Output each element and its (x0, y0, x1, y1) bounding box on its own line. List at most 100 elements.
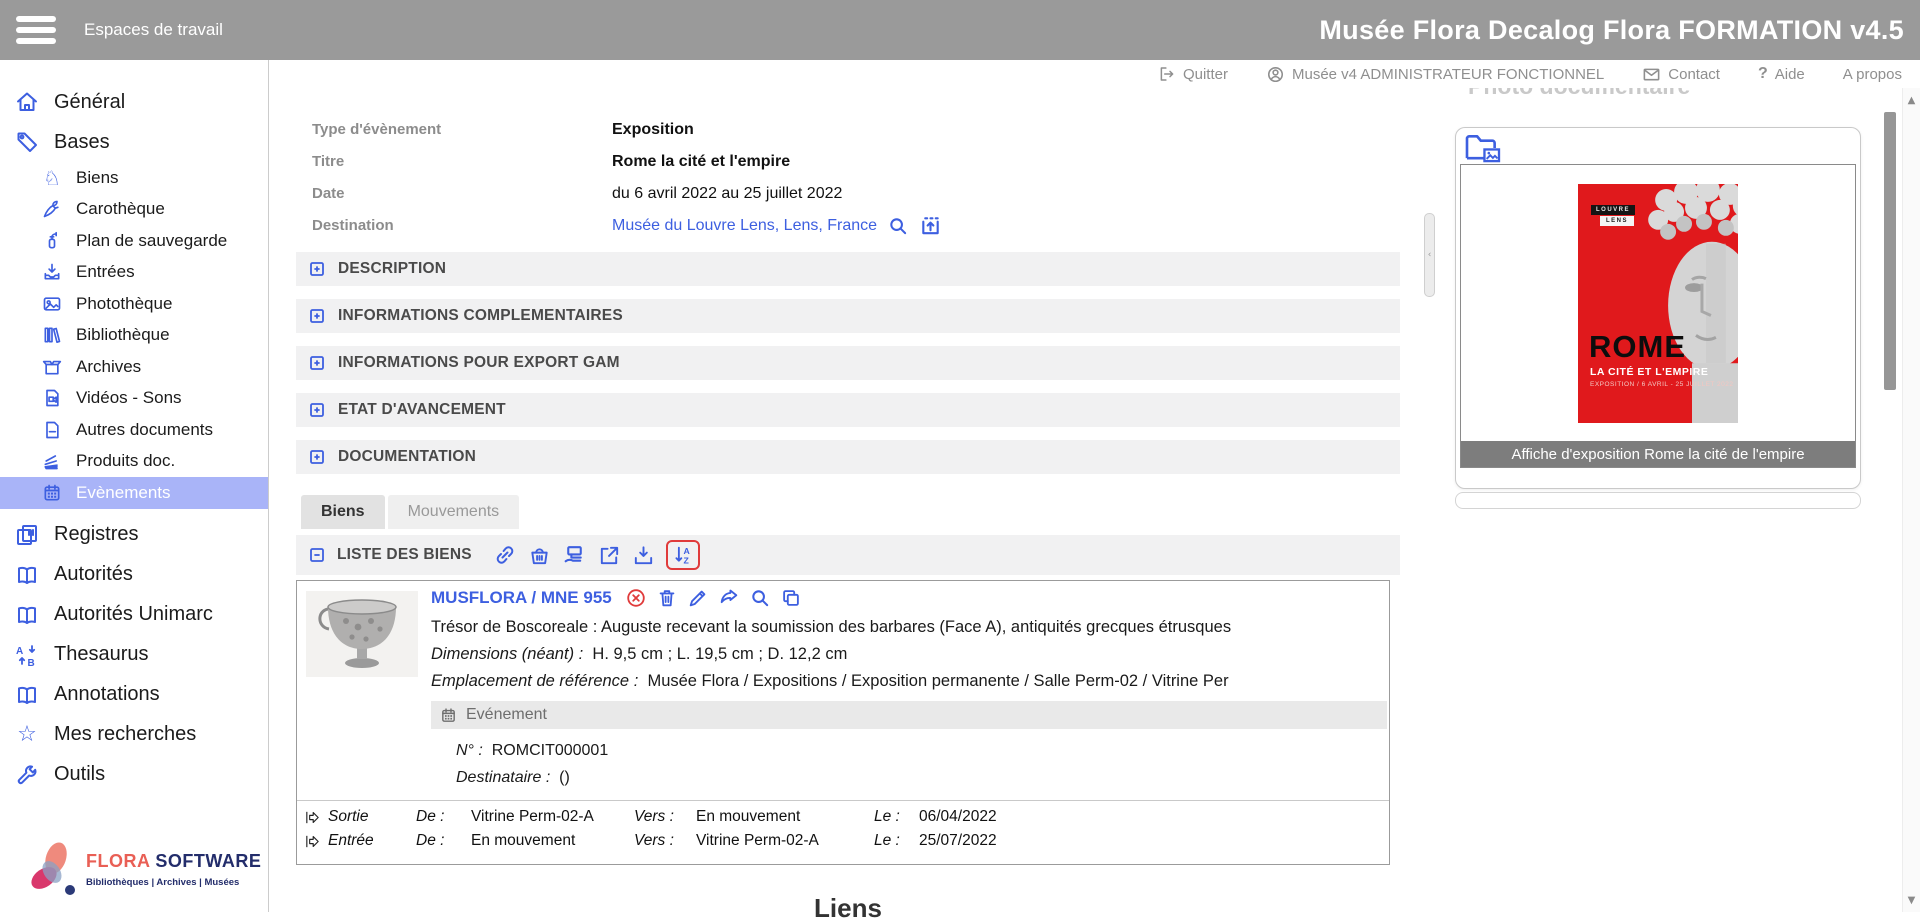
louvre-badge: LOUVRE (1591, 205, 1635, 215)
calendar-icon (40, 483, 64, 503)
star-icon: ☆ (14, 724, 40, 746)
field-date: Date du 6 avril 2022 au 25 juillet 2022 (312, 182, 1400, 205)
sidebar-item-autorites[interactable]: Autorités (0, 555, 268, 595)
mail-icon (1642, 65, 1661, 84)
sidebar-item-mes-recherches[interactable]: ☆ Mes recherches (0, 715, 268, 755)
svg-text:Z: Z (683, 555, 689, 565)
scroll-down-icon[interactable]: ▼ (1903, 896, 1920, 906)
tab-biens[interactable]: Biens (301, 495, 385, 529)
record-numero: N° : ROMCIT000001 (456, 742, 608, 760)
sidebar-item-carotheque[interactable]: Carothèque (0, 194, 268, 226)
quitter-button[interactable]: Quitter (1158, 65, 1228, 83)
scroll-up-icon[interactable]: ▲ (1903, 96, 1920, 106)
search-icon[interactable] (887, 215, 909, 237)
plus-box-icon[interactable] (308, 401, 326, 419)
edit-pencil-icon[interactable] (687, 587, 709, 609)
sidebar-item-thesaurus[interactable]: AB Thesaurus (0, 635, 268, 675)
flora-flower-icon (26, 840, 78, 900)
biens-mouvements-tabs: Biens Mouvements (301, 495, 519, 529)
search-icon[interactable] (749, 587, 771, 609)
sidebar-item-entrees[interactable]: Entrées (0, 257, 268, 289)
download-icon[interactable] (632, 544, 655, 567)
exhibition-poster-image[interactable]: LOUVRE LENS ROME LA CITÉ ET L'EMPIRE EXP… (1578, 184, 1738, 423)
accordion-informations-export-gam[interactable]: INFORMATIONS POUR EXPORT GAM (296, 346, 1400, 380)
sidebar-item-outils[interactable]: Outils (0, 755, 268, 795)
wrench-icon (14, 763, 40, 787)
photo-caption: Affiche d'exposition Rome la cité de l'e… (1461, 441, 1855, 467)
sidebar-item-autorites-unimarc[interactable]: Autorités Unimarc (0, 595, 268, 635)
liste-des-biens-bar: LISTE DES BIENS AZ (296, 535, 1400, 575)
duplicate-icon[interactable] (780, 587, 802, 609)
user-menu[interactable]: Musée v4 ADMINISTRATEUR FONCTIONNEL (1266, 65, 1604, 84)
record-divider (297, 800, 1389, 801)
poster-area: LOUVRE LENS ROME LA CITÉ ET L'EMPIRE EXP… (1461, 165, 1855, 441)
logo-wordmark: FLORA SOFTWARE (86, 851, 261, 871)
sidebar-item-videos-sons[interactable]: Vidéos - Sons (0, 383, 268, 415)
record-emplacement: Emplacement de référence : Musée Flora /… (431, 672, 1389, 691)
sidebar-item-general[interactable]: Général (0, 82, 268, 122)
record-destinataire: Destinataire : () (456, 769, 570, 787)
sidebar-item-bases[interactable]: Bases (0, 122, 268, 162)
sidebar-item-autres-documents[interactable]: Autres documents (0, 414, 268, 446)
event-header-fields: Type d'évènement Exposition Titre Rome l… (312, 118, 1400, 246)
sidebar-item-annotations[interactable]: Annotations (0, 675, 268, 715)
sidebar-item-bibliotheque[interactable]: Bibliothèque (0, 320, 268, 352)
thesaurus-icon: AB (14, 643, 40, 667)
lend-icon[interactable] (562, 543, 587, 568)
poster-subtitle: LA CITÉ ET L'EMPIRE (1590, 366, 1708, 378)
video-file-icon (40, 388, 64, 408)
folder-image-icon[interactable] (1464, 132, 1502, 164)
sidebar-item-phototheque[interactable]: Photothèque (0, 288, 268, 320)
plus-box-icon[interactable] (308, 260, 326, 278)
accordion-informations-complementaires[interactable]: INFORMATIONS COMPLEMENTAIRES (296, 299, 1400, 333)
sort-az-icon: AZ (672, 544, 694, 566)
panel-scrollbar-thumb[interactable] (1884, 112, 1896, 390)
panel-splitter-handle[interactable]: ‹ (1424, 213, 1435, 297)
basket-icon[interactable] (528, 544, 551, 567)
open-book-icon (14, 563, 40, 587)
record-description: Trésor de Boscoreale : Auguste recevant … (431, 618, 1389, 637)
open-record-icon[interactable] (919, 214, 942, 237)
sidebar-item-evenements[interactable]: Evènements (0, 477, 268, 509)
open-book-icon (14, 603, 40, 627)
record-code-link[interactable]: MUSFLORA / MNE 955 (431, 588, 612, 608)
destination-link[interactable]: Musée du Louvre Lens, Lens, France (612, 217, 877, 235)
link-icon[interactable] (493, 543, 517, 567)
apropos-button[interactable]: A propos (1843, 66, 1902, 83)
record-event-section-bar: Evénement (431, 701, 1387, 729)
share-icon[interactable] (718, 587, 740, 609)
hamburger-menu-icon[interactable] (16, 11, 56, 49)
sidebar-item-archives[interactable]: Archives (0, 351, 268, 383)
accordion-etat-avancement[interactable]: ETAT D'AVANCEMENT (296, 393, 1400, 427)
poster-title: ROME (1589, 329, 1686, 365)
sidebar-item-plan-sauvegarde[interactable]: Plan de sauvegarde (0, 225, 268, 257)
accordion-description[interactable]: DESCRIPTION (296, 252, 1400, 286)
bien-thumbnail[interactable] (306, 591, 418, 677)
open-book-icon (14, 683, 40, 707)
photo-frame: LOUVRE LENS ROME LA CITÉ ET L'EMPIRE EXP… (1460, 164, 1856, 468)
sidebar: Général Bases ♘ Biens Carothèque Plan de… (0, 60, 269, 912)
workspace-label[interactable]: Espaces de travail (84, 20, 223, 40)
sort-az-highlight[interactable]: AZ (666, 540, 700, 570)
sidebar-item-produits-doc[interactable]: Produits doc. (0, 446, 268, 478)
plus-box-icon[interactable] (308, 448, 326, 466)
trash-icon[interactable] (656, 587, 678, 609)
sidebar-item-biens[interactable]: ♘ Biens (0, 162, 268, 194)
top-bar: Espaces de travail Musée Flora Decalog F… (0, 0, 1920, 60)
cancel-icon[interactable] (625, 587, 647, 609)
movement-rows: Sortie De : Vitrine Perm-02-A Vers : En … (304, 805, 1389, 853)
record-dimensions: Dimensions (néant) : H. 9,5 cm ; L. 19,5… (431, 645, 847, 664)
sidebar-item-registres[interactable]: Registres (0, 515, 268, 555)
accordion-sections: DESCRIPTION INFORMATIONS COMPLEMENTAIRES… (296, 252, 1400, 487)
window-scrollbar[interactable]: ▲ ▼ (1902, 88, 1920, 912)
field-titre: Titre Rome la cité et l'empire (312, 150, 1400, 173)
contact-button[interactable]: Contact (1642, 65, 1720, 84)
plus-box-icon[interactable] (308, 307, 326, 325)
plus-box-icon[interactable] (308, 354, 326, 372)
external-link-icon[interactable] (598, 544, 621, 567)
minus-box-icon[interactable] (308, 546, 326, 564)
tab-mouvements[interactable]: Mouvements (388, 495, 520, 529)
inbox-download-icon (40, 262, 64, 282)
accordion-documentation[interactable]: DOCUMENTATION (296, 440, 1400, 474)
aide-button[interactable]: ? Aide (1758, 65, 1805, 83)
